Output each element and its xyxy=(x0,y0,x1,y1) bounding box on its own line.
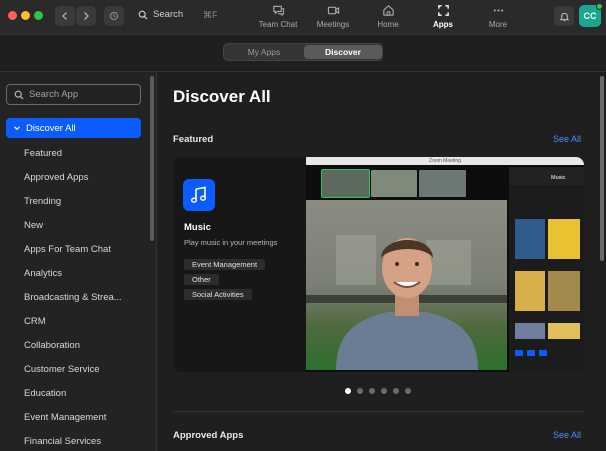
zoom-window-button[interactable] xyxy=(34,11,43,20)
history-clock-icon xyxy=(109,11,119,21)
main-scrollbar[interactable] xyxy=(599,72,604,451)
sidebar-item-apps-for-team-chat[interactable]: Apps For Team Chat xyxy=(24,244,111,255)
speaker-person-illustration xyxy=(306,235,507,370)
featured-app-name: Music xyxy=(184,222,211,233)
preview-music-panel: Music xyxy=(509,167,584,372)
search-app-placeholder: Search App xyxy=(29,89,79,100)
video-camera-icon xyxy=(327,6,339,15)
sidebar-item-analytics[interactable]: Analytics xyxy=(24,268,62,279)
sidebar-item-trending[interactable]: Trending xyxy=(24,196,61,207)
sidebar-item-financial-services[interactable]: Financial Services xyxy=(24,436,101,447)
discover-tab[interactable]: Discover xyxy=(304,45,382,59)
chat-bubble-icon xyxy=(272,5,284,17)
tab-team-chat-label: Team Chat xyxy=(258,20,298,29)
home-icon xyxy=(382,5,394,16)
featured-app-card[interactable]: Music Play music in your meetings Event … xyxy=(173,157,584,372)
tab-meetings-label: Meetings xyxy=(316,20,350,29)
panel-title: Music xyxy=(551,175,566,181)
my-apps-tab[interactable]: My Apps xyxy=(225,45,303,59)
preview-participant-strip xyxy=(321,169,467,198)
tab-team-chat[interactable]: Team Chat xyxy=(248,3,308,33)
search-shortcut: ⌘F xyxy=(203,10,218,20)
participant-thumbnail xyxy=(321,169,370,198)
sidebar-item-discover-all-label: Discover All xyxy=(26,122,76,134)
sidebar-item-approved-apps[interactable]: Approved Apps xyxy=(24,172,88,183)
sidebar-item-event-management[interactable]: Event Management xyxy=(24,412,106,423)
preview-meeting-titlebar: Zoom Meeting xyxy=(306,157,584,165)
apps-icon xyxy=(437,5,449,16)
chevron-right-icon xyxy=(84,12,89,20)
forward-button[interactable] xyxy=(76,6,96,26)
avatar-initials: CC xyxy=(583,11,597,21)
sidebar-item-customer-service[interactable]: Customer Service xyxy=(24,364,100,375)
music-note-icon xyxy=(190,186,207,203)
search-icon xyxy=(138,10,148,19)
back-button[interactable] xyxy=(55,6,75,26)
minimize-window-button[interactable] xyxy=(21,11,30,20)
carousel-pagination xyxy=(345,388,411,394)
main-scrollbar-thumb[interactable] xyxy=(600,76,604,261)
tab-apps[interactable]: Apps xyxy=(413,3,473,33)
approved-apps-heading: Approved Apps xyxy=(173,430,244,441)
chevron-down-icon xyxy=(14,126,20,131)
tab-home-label: Home xyxy=(377,20,399,29)
global-search-label: Search xyxy=(153,9,184,20)
sidebar-item-education[interactable]: Education xyxy=(24,388,66,399)
apps-segment-control: My Apps Discover xyxy=(223,43,383,61)
bell-icon xyxy=(559,12,569,21)
notifications-button[interactable] xyxy=(554,6,574,26)
sidebar-item-discover-all[interactable]: Discover All xyxy=(6,118,141,138)
music-app-logo xyxy=(183,179,215,211)
carousel-dot[interactable] xyxy=(369,388,375,394)
history-button[interactable] xyxy=(104,6,124,26)
chevron-left-icon xyxy=(62,12,67,20)
carousel-dot[interactable] xyxy=(381,388,387,394)
sidebar-item-new[interactable]: New xyxy=(24,220,43,231)
close-window-button[interactable] xyxy=(8,11,17,20)
tab-meetings[interactable]: Meetings xyxy=(303,3,363,33)
global-search[interactable]: Search xyxy=(138,9,183,20)
preview-speaker-video xyxy=(306,200,507,370)
featured-app-preview: Zoom Meeting Music xyxy=(306,157,584,372)
tab-more-label: More xyxy=(488,20,508,29)
sidebar-item-broadcasting[interactable]: Broadcasting & Strea... xyxy=(24,292,122,303)
featured-see-all-link[interactable]: See All xyxy=(553,134,581,144)
more-dots-icon xyxy=(493,9,503,12)
tab-home[interactable]: Home xyxy=(358,3,418,33)
participant-thumbnail xyxy=(419,170,467,197)
app-tag[interactable]: Social Activities xyxy=(184,289,252,300)
search-icon xyxy=(14,90,24,99)
app-tag[interactable]: Event Management xyxy=(184,259,266,270)
carousel-dot[interactable] xyxy=(345,388,351,394)
page-title: Discover All xyxy=(173,87,271,106)
featured-app-description: Play music in your meetings xyxy=(184,238,278,247)
section-divider xyxy=(173,411,584,412)
participant-thumbnail xyxy=(370,170,418,197)
main-content: Discover All Featured See All Music Play… xyxy=(158,72,606,451)
online-status-dot xyxy=(596,3,603,10)
carousel-dot[interactable] xyxy=(357,388,363,394)
category-sidebar: Search App Discover All Featured Approve… xyxy=(0,72,157,451)
sidebar-item-collaboration[interactable]: Collaboration xyxy=(24,340,80,351)
sidebar-scrollbar[interactable] xyxy=(150,76,154,241)
app-tag[interactable]: Other xyxy=(184,274,219,285)
featured-app-info: Music Play music in your meetings Event … xyxy=(173,157,306,372)
sidebar-item-featured[interactable]: Featured xyxy=(24,148,62,159)
avatar[interactable]: CC xyxy=(579,3,603,27)
music-panel-mockup: Music xyxy=(509,167,584,356)
tab-apps-label: Apps xyxy=(433,20,453,29)
featured-heading: Featured xyxy=(173,134,214,145)
carousel-dot[interactable] xyxy=(393,388,399,394)
search-app-input[interactable]: Search App xyxy=(6,84,141,105)
approved-see-all-link[interactable]: See All xyxy=(553,430,581,440)
title-bar: Search ⌘F Team Chat Meetings Home Apps M… xyxy=(0,0,606,35)
tab-more[interactable]: More xyxy=(468,3,528,33)
carousel-dot[interactable] xyxy=(405,388,411,394)
sidebar-item-crm[interactable]: CRM xyxy=(24,316,46,327)
